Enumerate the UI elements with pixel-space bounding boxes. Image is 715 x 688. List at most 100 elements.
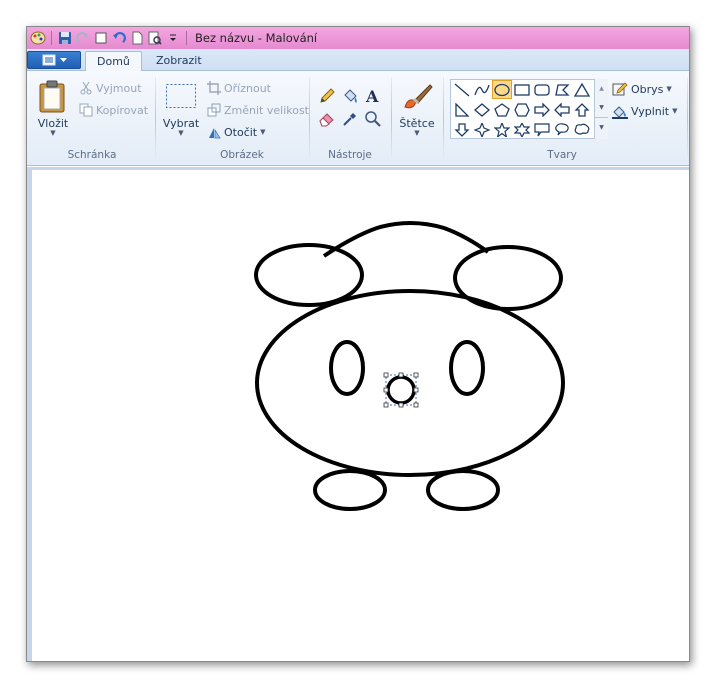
select-rectangle-icon bbox=[166, 84, 196, 108]
copy-label: Kopírovat bbox=[96, 103, 149, 117]
drawing-canvas[interactable] bbox=[32, 170, 689, 661]
fill-button[interactable]: Vyplnit ▼ bbox=[612, 103, 678, 119]
shape-four-point-star[interactable] bbox=[472, 120, 492, 139]
five-point-star-shape-icon bbox=[494, 122, 510, 137]
shape-cloud-callout[interactable] bbox=[572, 120, 592, 139]
left-foot bbox=[313, 469, 387, 511]
new-icon[interactable] bbox=[92, 29, 110, 47]
image-group-label: Obrázek bbox=[220, 149, 264, 161]
shape-oval-callout[interactable] bbox=[552, 120, 572, 139]
redo-icon[interactable] bbox=[74, 29, 92, 47]
scroll-up-icon[interactable]: ▲ bbox=[595, 79, 608, 98]
copy-button[interactable]: Kopírovat bbox=[79, 103, 148, 117]
four-point-star-shape-icon bbox=[474, 122, 490, 137]
tab-view[interactable]: Zobrazit bbox=[145, 51, 213, 71]
brushes-dropdown-icon[interactable]: ▼ bbox=[397, 129, 437, 137]
clipboard-group-label: Schránka bbox=[67, 149, 117, 161]
fill-tool[interactable] bbox=[340, 86, 360, 106]
polygon-shape-icon bbox=[555, 83, 570, 96]
shape-down-arrow[interactable] bbox=[452, 120, 472, 139]
shape-rect-callout[interactable] bbox=[532, 120, 552, 139]
paint-window: Bez názvu - Malování Domů Zobrazit Vloži… bbox=[26, 26, 690, 662]
customize-qa-dropdown-icon[interactable] bbox=[164, 29, 182, 47]
paste-dropdown-icon[interactable]: ▼ bbox=[37, 129, 69, 137]
group-divider bbox=[155, 77, 156, 159]
tools-group-label: Nástroje bbox=[328, 149, 372, 161]
outline-pencil-icon bbox=[612, 82, 628, 96]
outline-label: Obrys bbox=[631, 82, 664, 96]
save-icon[interactable] bbox=[56, 29, 74, 47]
drawing bbox=[254, 221, 565, 511]
shapes-scrollbar[interactable]: ▲ ▼ ▼ bbox=[594, 79, 608, 139]
select-dropdown-icon[interactable]: ▼ bbox=[161, 129, 201, 137]
resize-icon bbox=[207, 103, 221, 117]
head-top-curve bbox=[322, 221, 490, 258]
shape-oval[interactable] bbox=[492, 80, 512, 99]
pencil-tool[interactable] bbox=[317, 86, 337, 106]
pencil-icon bbox=[320, 88, 335, 103]
shape-up-arrow[interactable] bbox=[572, 100, 592, 119]
right-arrow-shape-icon bbox=[534, 102, 550, 117]
down-arrow-shape-icon bbox=[454, 122, 470, 137]
brushes-button[interactable] bbox=[400, 81, 434, 115]
rotate-button[interactable]: Otočit ▼ bbox=[207, 125, 266, 139]
shape-right-arrow[interactable] bbox=[532, 100, 552, 119]
outline-button[interactable]: Obrys ▼ bbox=[612, 81, 672, 97]
resize-label: Změnit velikost bbox=[224, 103, 309, 117]
paste-button[interactable] bbox=[37, 79, 67, 113]
shape-diamond[interactable] bbox=[472, 100, 492, 119]
shape-five-point-star[interactable] bbox=[492, 120, 512, 139]
right-eye bbox=[449, 340, 485, 396]
cloud-callout-shape-icon bbox=[574, 123, 590, 135]
shape-line[interactable] bbox=[452, 80, 472, 99]
cut-button[interactable]: Vyjmout bbox=[79, 81, 142, 95]
shapes-group-label: Tvary bbox=[547, 149, 577, 161]
outline-dropdown-icon: ▼ bbox=[666, 85, 672, 93]
crop-icon bbox=[207, 81, 221, 95]
eraser-tool[interactable] bbox=[317, 109, 337, 129]
shape-six-point-star[interactable] bbox=[512, 120, 532, 139]
shape-rounded-rectangle[interactable] bbox=[532, 80, 552, 99]
curve-shape-icon bbox=[474, 84, 490, 95]
print-preview-icon[interactable] bbox=[146, 29, 164, 47]
tab-home[interactable]: Domů bbox=[85, 51, 142, 71]
resize-button[interactable]: Změnit velikost bbox=[207, 103, 309, 117]
paint-app-icon[interactable] bbox=[29, 29, 47, 47]
up-arrow-shape-icon bbox=[574, 102, 590, 117]
undo-icon[interactable] bbox=[110, 29, 128, 47]
brush-icon bbox=[404, 84, 433, 109]
window-title: Bez názvu - Malování bbox=[195, 31, 318, 45]
shape-left-arrow[interactable] bbox=[552, 100, 572, 119]
select-button[interactable] bbox=[165, 83, 197, 109]
fill-label: Vyplnit bbox=[631, 104, 670, 118]
color-picker-tool[interactable] bbox=[340, 109, 360, 129]
line-shape-icon bbox=[454, 83, 470, 96]
shape-hexagon[interactable] bbox=[512, 100, 532, 119]
shape-triangle[interactable] bbox=[572, 80, 592, 99]
paint-menu-icon bbox=[42, 54, 55, 66]
group-divider bbox=[391, 77, 392, 159]
canvas-workspace bbox=[27, 167, 689, 661]
shape-polygon[interactable] bbox=[552, 80, 572, 99]
expand-gallery-icon[interactable]: ▼ bbox=[595, 117, 608, 136]
paint-menu-button[interactable] bbox=[27, 51, 81, 69]
oval-shape-icon bbox=[494, 83, 510, 96]
qa-separator bbox=[51, 31, 52, 45]
shapes-gallery: ▲ ▼ ▼ bbox=[450, 79, 608, 139]
left-arrow-shape-icon bbox=[554, 102, 570, 117]
shape-curve[interactable] bbox=[472, 80, 492, 99]
eraser-icon bbox=[319, 113, 334, 127]
magnifier-tool[interactable] bbox=[363, 109, 383, 129]
right-foot bbox=[426, 469, 500, 511]
open-icon[interactable] bbox=[128, 29, 146, 47]
shape-pentagon[interactable] bbox=[492, 100, 512, 119]
crop-button[interactable]: Oříznout bbox=[207, 81, 271, 95]
rectangle-shape-icon bbox=[514, 83, 530, 96]
text-tool[interactable]: A bbox=[363, 86, 383, 106]
qa-separator bbox=[186, 31, 187, 45]
group-divider bbox=[443, 77, 444, 159]
shape-right-triangle[interactable] bbox=[452, 100, 472, 119]
shape-rectangle[interactable] bbox=[512, 80, 532, 99]
chevron-down-icon bbox=[59, 57, 67, 62]
scroll-down-icon[interactable]: ▼ bbox=[595, 98, 608, 117]
